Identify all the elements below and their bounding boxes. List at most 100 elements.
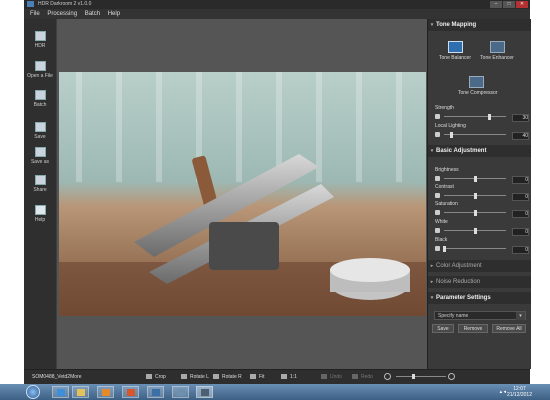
zoom-in-icon[interactable]: [448, 373, 455, 380]
rotate-right-button[interactable]: Rotate R: [213, 374, 242, 380]
save-as-button[interactable]: Save as: [24, 147, 56, 165]
saturation-value[interactable]: 0: [512, 210, 529, 218]
app-icon: [176, 389, 185, 396]
brightness-value[interactable]: 0: [512, 176, 529, 184]
batch-button[interactable]: Batch: [24, 90, 56, 108]
color-adjustment-header[interactable]: ▸ Color Adjustment: [428, 260, 531, 272]
noise-reduction-header[interactable]: ▸ Noise Reduction: [428, 276, 531, 288]
menu-bar: File Processing Batch Help: [24, 9, 530, 19]
undo-button[interactable]: Undo: [321, 374, 342, 380]
image-canvas[interactable]: [57, 19, 427, 369]
white-point-icon: [435, 228, 440, 233]
tray-icons[interactable]: ▴ ◂: [500, 389, 506, 395]
help-icon: [34, 205, 46, 215]
app-window: HDR Darkroom 2 v1.0.0 – □ ✕ File Process…: [24, 0, 531, 385]
preset-save-button[interactable]: Save: [432, 324, 454, 333]
preset-name-field[interactable]: Specify name ▾: [434, 311, 526, 320]
media-player-icon: [101, 389, 110, 396]
rotate-right-icon: [213, 374, 219, 380]
contrast-value[interactable]: 0: [512, 193, 529, 201]
left-toolbar: HDR Open a File Batch Save Save as Share…: [24, 19, 56, 369]
status-bar: SOM0488_Vetd2More Crop Rotate L Rotate R…: [24, 369, 530, 385]
black-label: Black: [435, 237, 448, 243]
app-icon: [151, 389, 160, 396]
save-as-icon: [34, 147, 46, 157]
tone-enhancer-icon: [489, 41, 505, 53]
fit-icon: [250, 374, 256, 380]
brightness-label: Brightness: [435, 167, 459, 173]
taskbar-media-player[interactable]: [97, 386, 114, 398]
saturation-label: Saturation: [435, 201, 458, 207]
file-name: SOM0488_Vetd2More: [32, 374, 82, 380]
open-file-button[interactable]: Open a File: [24, 61, 56, 79]
firefox-icon: [126, 389, 135, 396]
redo-icon: [352, 374, 358, 380]
save-button[interactable]: Save: [24, 122, 56, 140]
collapse-icon: ▾: [430, 22, 434, 28]
local-lighting-value[interactable]: 40: [512, 132, 529, 140]
close-button[interactable]: ✕: [516, 1, 528, 8]
sun-icon: [435, 114, 440, 119]
preset-remove-all-button[interactable]: Remove All: [492, 324, 526, 333]
black-value[interactable]: 0: [512, 246, 529, 254]
taskbar-app-1[interactable]: [147, 386, 164, 398]
black-slider[interactable]: [435, 246, 507, 252]
local-lighting-label: Local Lighting: [435, 123, 466, 129]
chevron-down-icon[interactable]: ▾: [516, 312, 525, 320]
save-icon: [34, 122, 46, 132]
maximize-button[interactable]: □: [503, 1, 515, 8]
hdr-button[interactable]: HDR: [24, 31, 56, 49]
white-slider[interactable]: [435, 228, 507, 234]
fit-button[interactable]: Fit: [250, 374, 265, 380]
collapse-icon: ▾: [430, 148, 434, 154]
hdr-icon: [34, 31, 46, 41]
taskbar-app-2[interactable]: [172, 386, 189, 398]
rotate-left-button[interactable]: Rotate L: [181, 374, 209, 380]
minimize-button[interactable]: –: [490, 1, 502, 8]
open-file-icon: [34, 61, 46, 71]
hdr-darkroom-icon: [200, 389, 209, 396]
redo-button[interactable]: Redo: [352, 374, 373, 380]
menu-help[interactable]: Help: [108, 9, 120, 19]
taskbar-explorer[interactable]: [72, 386, 89, 398]
tone-balancer-button[interactable]: Tone Balancer: [437, 41, 473, 61]
tone-balancer-icon: [447, 41, 463, 53]
taskbar-ie[interactable]: [52, 386, 69, 398]
white-value[interactable]: 0: [512, 228, 529, 236]
share-button[interactable]: Share: [24, 175, 56, 193]
taskbar-firefox[interactable]: [122, 386, 139, 398]
undo-icon: [321, 374, 327, 380]
actual-size-icon: [281, 374, 287, 380]
preset-remove-button[interactable]: Remove: [458, 324, 488, 333]
taskbar-hdr-darkroom[interactable]: [196, 386, 213, 398]
start-button[interactable]: [26, 385, 40, 399]
parameter-settings-header[interactable]: ▾ Parameter Settings: [428, 292, 531, 304]
crop-icon: [146, 374, 152, 380]
saturation-slider[interactable]: [435, 210, 507, 216]
strength-value[interactable]: 30: [512, 114, 529, 122]
local-lighting-slider[interactable]: [435, 132, 507, 138]
collapse-icon: ▾: [430, 295, 434, 301]
taskbar-clock[interactable]: 12:07 21/12/2012: [507, 386, 532, 398]
lighting-icon: [435, 132, 440, 137]
rotate-left-icon: [181, 374, 187, 380]
batch-icon: [34, 90, 46, 100]
help-button[interactable]: Help: [24, 205, 56, 223]
crop-button[interactable]: Crop: [146, 374, 166, 380]
zoom-slider[interactable]: [396, 374, 446, 379]
menu-processing[interactable]: Processing: [47, 9, 77, 19]
tone-mapping-header[interactable]: ▾ Tone Mapping: [428, 19, 531, 31]
menu-batch[interactable]: Batch: [85, 9, 100, 19]
basic-adjustment-header[interactable]: ▾ Basic Adjustment: [428, 145, 531, 157]
saturation-icon: [435, 210, 440, 215]
strength-label: Strength: [435, 105, 454, 111]
contrast-slider[interactable]: [435, 193, 507, 199]
tone-compressor-button[interactable]: Tone Compressor: [458, 76, 497, 96]
tone-enhancer-button[interactable]: Tone Enhancer: [479, 41, 515, 61]
one-to-one-button[interactable]: 1:1: [281, 374, 297, 380]
brightness-slider[interactable]: [435, 176, 507, 182]
hdr-photo: [59, 72, 426, 316]
zoom-out-icon[interactable]: [384, 373, 391, 380]
menu-file[interactable]: File: [30, 9, 40, 19]
strength-slider[interactable]: [435, 114, 507, 120]
